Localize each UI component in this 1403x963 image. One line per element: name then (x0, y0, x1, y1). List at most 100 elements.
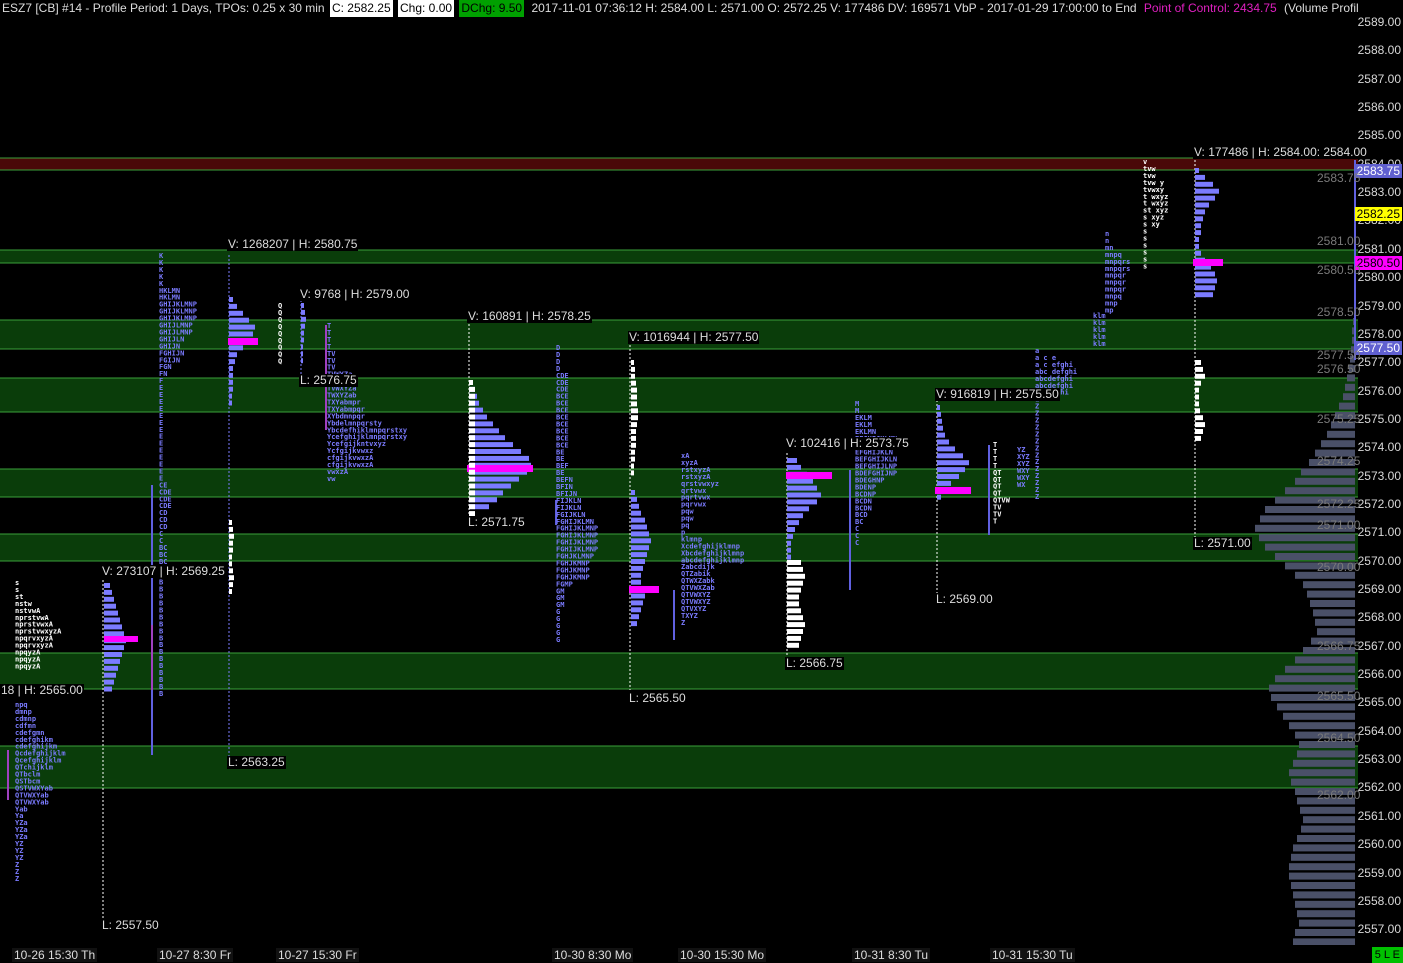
volume-bar (937, 411, 941, 417)
value-area-band (0, 250, 1358, 263)
volume-bar (1195, 216, 1203, 222)
volume-bar (631, 387, 637, 393)
poc-bar (104, 636, 138, 642)
vbp-bar (1339, 402, 1355, 410)
chart-canvas[interactable]: ssstnstwnstvwAnprstvwAnprstvwxAnprstvwxy… (0, 0, 1403, 963)
profile-level-label: 2571.00 (1317, 518, 1361, 532)
volume-bar (787, 492, 821, 498)
bar-info: 2017-11-01 07:36:12 H: 2584.00 L: 2571.0… (531, 1, 1137, 15)
tpo-row: Z (1035, 493, 1039, 501)
volume-bar (937, 467, 965, 473)
volume-bar (787, 464, 801, 470)
time-axis-label: 10-31 8:30 Tu (852, 948, 931, 962)
volume-bar (1195, 230, 1201, 236)
volume-bar (1195, 373, 1205, 379)
volume-bar (1195, 188, 1219, 194)
volume-bar (229, 526, 233, 532)
tpo-row: Z (15, 875, 19, 883)
tpo-row: klm (1093, 340, 1106, 348)
volume-bar (301, 303, 304, 308)
value-area-band (0, 653, 1358, 689)
time-axis-label: 10-27 8:30 Fr (157, 948, 234, 962)
profile-annotation: V: 273107 | H: 2569.25 (101, 564, 226, 578)
volume-bar (229, 547, 233, 553)
volume-bar (631, 496, 637, 502)
price-scale-label: 2566.00 (1357, 667, 1401, 682)
profile-annotation: V: 1016944 | H: 2577.50 (628, 330, 760, 344)
value-area-band (0, 378, 1358, 412)
vbp-bar (1277, 703, 1355, 711)
price-scale-label: 2589.00 (1357, 15, 1401, 29)
volume-bar (301, 351, 303, 357)
tpo-row: B (159, 690, 163, 698)
chart-header: ESZ7 [CB] #14 - Profile Period: 1 Days, … (0, 0, 1358, 17)
volume-bar (229, 372, 233, 378)
profile-level-label: 2565.50 (1317, 689, 1361, 703)
volume-bar (469, 449, 521, 454)
volume-bar (1195, 360, 1201, 365)
volume-bar (937, 453, 963, 459)
vbp-bar (1303, 816, 1355, 824)
profile-annotation: V: 102416 | H: 2573.75 (785, 436, 910, 450)
price-scale-label: 2571.00 (1357, 525, 1401, 540)
volume-bar (1195, 394, 1199, 400)
price-scale-label: 2573.00 (1357, 468, 1401, 483)
vbp-bar (1295, 477, 1355, 485)
volume-bar (937, 460, 969, 466)
volume-bar (1195, 387, 1199, 393)
vbp-bar (1303, 581, 1355, 589)
value-area-band (0, 746, 1358, 788)
vbp-bar (1345, 383, 1355, 391)
volume-bar (631, 572, 641, 578)
vbp-bar (1300, 806, 1355, 814)
vbp-bar (1299, 919, 1355, 927)
profile-level-label: 2564.50 (1317, 731, 1361, 745)
vbp-bar (1310, 600, 1355, 607)
time-axis[interactable]: 10-26 15:30 Th 10-27 8:30 Fr 10-27 15:30 F… (0, 945, 1358, 963)
volume-bar (787, 506, 809, 512)
price-tag: 2582.25 (1354, 207, 1402, 221)
time-axis-label: 10-31 15:30 Tu (990, 948, 1075, 962)
volume-bar (469, 469, 475, 475)
price-scale-label: 2559.00 (1357, 865, 1401, 880)
profile-level-label: 2583.75 (1317, 171, 1361, 185)
vbp-bar (1283, 712, 1355, 720)
volume-bar (787, 533, 793, 539)
price-scale-label: 2560.00 (1357, 837, 1401, 852)
volume-bar (631, 593, 645, 599)
volume-bar (229, 540, 233, 546)
volume-bar (469, 449, 475, 454)
vbp-bar (1297, 750, 1355, 758)
volume-bar (631, 429, 636, 434)
volume-bar (787, 587, 801, 593)
volume-bar (1195, 168, 1199, 173)
volume-bar (631, 394, 637, 400)
vbp-bar (1295, 656, 1355, 664)
volume-bar (631, 621, 637, 627)
volume-bar (229, 386, 233, 392)
price-scale-label: 2576.00 (1357, 383, 1401, 398)
vbp-bar (1291, 853, 1355, 861)
volume-bar (1195, 181, 1213, 187)
time-axis-label: 10-26 15:30 Th (12, 948, 98, 962)
profile-annotation: V: 177486 | H: 2584.00: 2584.00 (1193, 145, 1368, 159)
vbp-bar (1321, 440, 1355, 448)
volume-bar (469, 504, 475, 510)
vbp-bar (1293, 759, 1355, 767)
volume-bar (631, 373, 635, 379)
volume-bar (631, 442, 636, 448)
price-scale-label: 2583.00 (1357, 185, 1401, 200)
volume-bar (469, 393, 475, 399)
price-scale-label: 2563.00 (1357, 752, 1401, 767)
price-scale-label: 2557.00 (1357, 922, 1401, 937)
volume-bar (631, 401, 637, 407)
volume-bar (937, 439, 949, 445)
volume-bar (229, 589, 232, 594)
vbp-bar (1295, 900, 1355, 908)
volume-bar (787, 635, 801, 641)
volume-bar (787, 527, 795, 532)
volume-bar (104, 603, 116, 609)
volume-bar (631, 408, 638, 414)
volume-bar (1195, 408, 1200, 414)
volume-bar (469, 476, 475, 482)
